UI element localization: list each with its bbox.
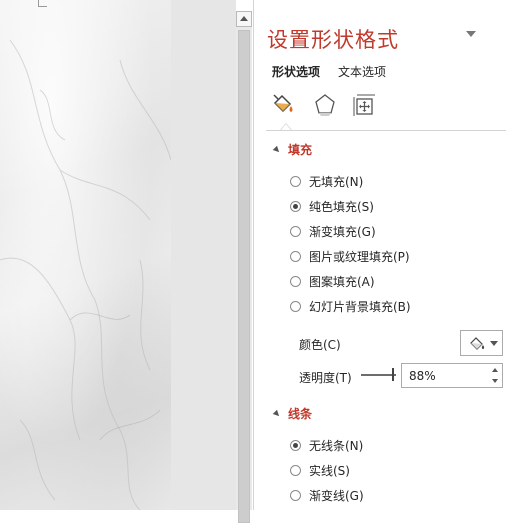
line-section-header[interactable]: 线条 <box>272 405 313 422</box>
corner-mark <box>38 0 47 7</box>
transparency-spinbox[interactable]: 88% <box>401 363 503 388</box>
radio-button[interactable] <box>290 490 301 501</box>
radio-label: 实线(S) <box>309 464 350 478</box>
collapse-triangle-icon <box>272 145 282 154</box>
tab-shape-options[interactable]: 形状选项 <box>272 63 320 80</box>
pane-options-dropdown-icon[interactable] <box>466 31 476 37</box>
scroll-up-button[interactable] <box>236 11 252 27</box>
transparency-slider-track[interactable] <box>361 374 396 376</box>
selected-indicator <box>280 123 292 130</box>
radio-button[interactable] <box>290 440 301 451</box>
tab-text-options[interactable]: 文本选项 <box>338 63 386 80</box>
radio-solid-line[interactable]: 实线(S) <box>290 462 350 479</box>
spin-up-icon[interactable] <box>492 368 498 372</box>
transparency-label: 透明度(T) <box>299 371 352 385</box>
collapse-triangle-icon <box>272 409 282 418</box>
radio-label: 幻灯片背景填充(B) <box>309 300 411 314</box>
vertical-scrollbar[interactable] <box>236 11 252 523</box>
spin-down-icon[interactable] <box>492 379 498 383</box>
radio-button[interactable] <box>290 465 301 476</box>
pane-title: 设置形状格式 <box>267 28 399 52</box>
fill-line-icon[interactable] <box>269 91 297 119</box>
fill-heading: 填充 <box>288 143 313 157</box>
icon-row-divider <box>266 130 506 131</box>
radio-solid-fill[interactable]: 纯色填充(S) <box>290 198 374 215</box>
radio-button[interactable] <box>290 201 301 212</box>
fill-section-header[interactable]: 填充 <box>272 141 313 158</box>
radio-label: 无线条(N) <box>309 439 364 453</box>
fill-color-button[interactable] <box>460 330 503 356</box>
paint-bucket-icon <box>470 337 485 350</box>
radio-label: 渐变线(G) <box>309 489 364 503</box>
radio-no-fill[interactable]: 无填充(N) <box>290 173 363 190</box>
radio-gradient-fill[interactable]: 渐变填充(G) <box>290 223 376 240</box>
radio-button[interactable] <box>290 301 301 312</box>
size-properties-icon[interactable] <box>350 91 378 119</box>
radio-button[interactable] <box>290 276 301 287</box>
radio-slide-background-fill[interactable]: 幻灯片背景填充(B) <box>290 298 411 315</box>
radio-button[interactable] <box>290 176 301 187</box>
radio-button[interactable] <box>290 251 301 262</box>
radio-label: 图片或纹理填充(P) <box>309 250 410 264</box>
format-shape-pane: 设置形状格式 形状选项 文本选项 填充 无填充(N) 纯色填充(S) 渐变填充(… <box>253 0 506 510</box>
radio-gradient-line[interactable]: 渐变线(G) <box>290 487 364 504</box>
color-label: 颜色(C) <box>299 338 341 352</box>
chevron-down-icon <box>490 341 498 346</box>
transparency-value[interactable]: 88% <box>409 369 436 383</box>
transparency-slider-handle[interactable] <box>392 368 394 381</box>
radio-label: 纯色填充(S) <box>309 200 374 214</box>
marble-texture <box>0 39 171 510</box>
radio-label: 渐变填充(G) <box>309 225 376 239</box>
line-heading: 线条 <box>288 407 313 421</box>
radio-pattern-fill[interactable]: 图案填充(A) <box>290 273 375 290</box>
workspace-background <box>171 0 236 510</box>
slide-canvas[interactable] <box>0 0 171 510</box>
scroll-thumb[interactable] <box>238 30 250 523</box>
radio-label: 图案填充(A) <box>309 275 375 289</box>
radio-no-line[interactable]: 无线条(N) <box>290 437 363 454</box>
effects-icon[interactable] <box>311 91 339 119</box>
radio-button[interactable] <box>290 226 301 237</box>
radio-label: 无填充(N) <box>309 175 364 189</box>
radio-picture-texture-fill[interactable]: 图片或纹理填充(P) <box>290 248 410 265</box>
